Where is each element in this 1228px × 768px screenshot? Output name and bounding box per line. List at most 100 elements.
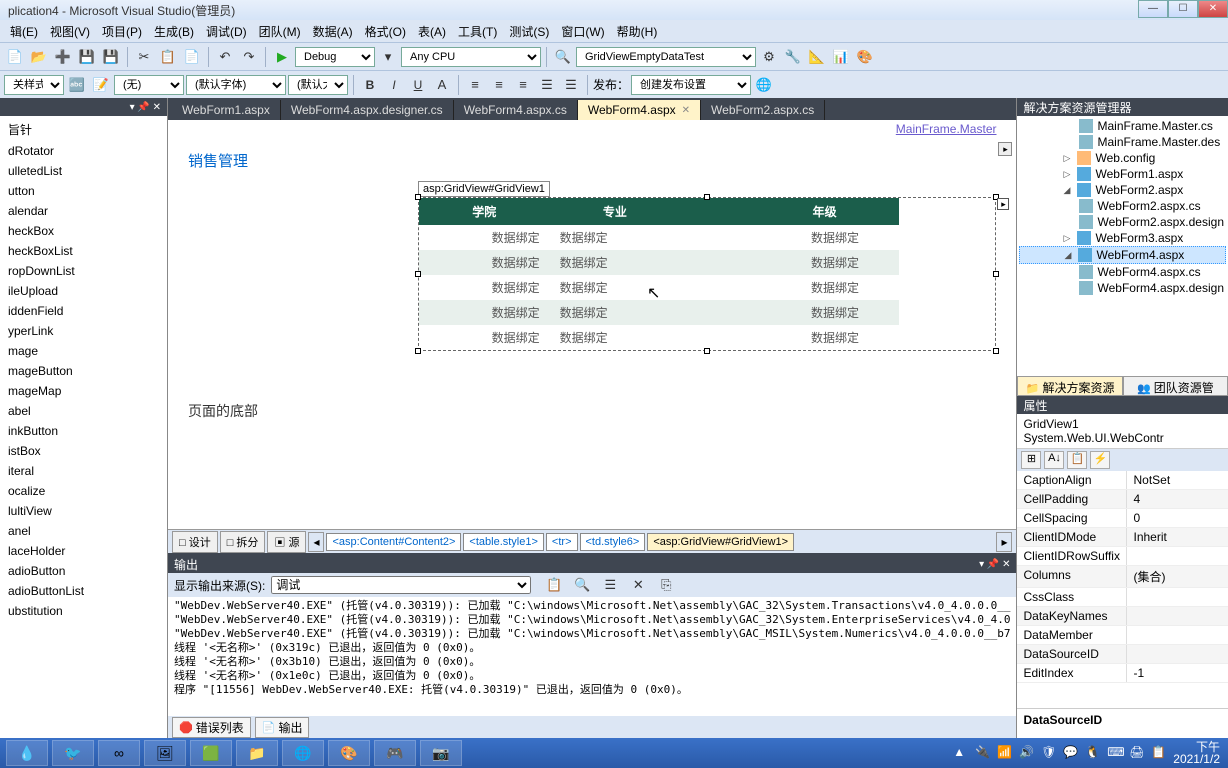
taskbar-app[interactable]: 💧: [6, 740, 48, 766]
tree-item[interactable]: WebForm4.aspx.design: [1019, 280, 1226, 296]
toolbox-item[interactable]: adioButton: [0, 561, 167, 581]
toolbox-item[interactable]: ocalize: [0, 481, 167, 501]
resize-handle[interactable]: [415, 348, 421, 354]
taskbar-app[interactable]: 🎮: [374, 740, 416, 766]
tray-icon[interactable]: 🔊: [1019, 745, 1035, 761]
events-icon[interactable]: ⚡: [1090, 451, 1110, 469]
editor-tab[interactable]: WebForm1.aspx: [172, 100, 281, 120]
toolbox-item[interactable]: utton: [0, 181, 167, 201]
tree-item[interactable]: ◢WebForm2.aspx: [1019, 182, 1226, 198]
color-icon[interactable]: A: [431, 74, 453, 96]
list-icon[interactable]: ☰: [536, 74, 558, 96]
props-icon[interactable]: 📋: [1067, 451, 1087, 469]
tree-item[interactable]: ▷WebForm1.aspx: [1019, 166, 1226, 182]
add-icon[interactable]: ➕: [52, 46, 74, 68]
team-explorer-tab[interactable]: 👥 团队资源管: [1123, 376, 1228, 396]
toolbox-item[interactable]: mageMap: [0, 381, 167, 401]
menu-item[interactable]: 测试(S): [503, 21, 555, 42]
alphabetical-icon[interactable]: A↓: [1044, 451, 1064, 469]
font-select[interactable]: (默认字体): [186, 75, 286, 95]
align-left-icon[interactable]: ≡: [464, 74, 486, 96]
expand-icon[interactable]: ▷: [1063, 233, 1073, 244]
minimize-button[interactable]: —: [1138, 0, 1168, 18]
property-row[interactable]: DataKeyNames: [1017, 607, 1228, 626]
menu-item[interactable]: 团队(M): [253, 21, 307, 42]
property-row[interactable]: EditIndex-1: [1017, 664, 1228, 683]
tool4-icon[interactable]: 📊: [830, 46, 852, 68]
list2-icon[interactable]: ☰: [560, 74, 582, 96]
error-list-tab[interactable]: 🛑 错误列表: [172, 717, 251, 738]
menu-item[interactable]: 生成(B): [148, 21, 200, 42]
breadcrumb-item[interactable]: <td.style6>: [580, 533, 646, 551]
output-tab[interactable]: 📄 输出: [255, 717, 310, 738]
output-tool-icon[interactable]: 📋: [543, 574, 565, 596]
menu-item[interactable]: 表(A): [412, 21, 452, 42]
pin-icon[interactable]: ▾ 📌 ✕: [130, 102, 161, 113]
resize-handle[interactable]: [993, 348, 999, 354]
solution-explorer-tab[interactable]: 📁 解决方案资源管理器: [1017, 376, 1122, 396]
size-select[interactable]: (默认大·: [288, 75, 348, 95]
tree-item[interactable]: ▷Web.config: [1019, 150, 1226, 166]
output-text[interactable]: "WebDev.WebServer40.EXE" (托管(v4.0.30319)…: [168, 597, 1016, 716]
gridview-control[interactable]: ▸ 学院 专业 年级 数据绑定数据绑定数据绑定 数据绑定数据绑定数据绑定 数据绑…: [418, 197, 996, 351]
resize-handle[interactable]: [415, 194, 421, 200]
taskbar-app[interactable]: 🟩: [190, 740, 232, 766]
toolbox-item[interactable]: istBox: [0, 441, 167, 461]
italic-icon[interactable]: I: [383, 74, 405, 96]
tray-icon[interactable]: ⌨: [1107, 745, 1123, 761]
expand-icon[interactable]: ▷: [1063, 153, 1073, 164]
toolbox-item[interactable]: laceHolder: [0, 541, 167, 561]
tool3-icon[interactable]: 📐: [806, 46, 828, 68]
toolbox-item[interactable]: iteral: [0, 461, 167, 481]
copy-icon[interactable]: 📋: [157, 46, 179, 68]
output-pin-icon[interactable]: ▾ 📌 ✕: [979, 559, 1010, 570]
taskbar-app[interactable]: 📷: [420, 740, 462, 766]
smart-tag-icon[interactable]: ▸: [997, 198, 1009, 210]
property-row[interactable]: CssClass: [1017, 588, 1228, 607]
toolbox-item[interactable]: alendar: [0, 201, 167, 221]
property-value[interactable]: [1127, 607, 1228, 625]
tree-item[interactable]: WebForm4.aspx.cs: [1019, 264, 1226, 280]
toolbox-item[interactable]: ropDownList: [0, 261, 167, 281]
taskbar-app[interactable]: 🐦: [52, 740, 94, 766]
platform-select[interactable]: Any CPU: [401, 47, 541, 67]
style2-icon[interactable]: 📝: [90, 74, 112, 96]
solution-tree[interactable]: MainFrame.Master.csMainFrame.Master.des▷…: [1017, 116, 1228, 376]
categorized-icon[interactable]: ⊞: [1021, 451, 1041, 469]
paste-icon[interactable]: 📄: [181, 46, 203, 68]
design-view-tab[interactable]: □ 设计: [172, 531, 218, 553]
property-row[interactable]: DataSourceID: [1017, 645, 1228, 664]
designer-surface[interactable]: MainFrame.Master ▸ 销售管理 asp:GridView#Gri…: [168, 120, 1016, 529]
tray-icon[interactable]: ▲: [953, 745, 969, 761]
taskbar-app[interactable]: 🖼: [144, 740, 186, 766]
breadcrumb-item[interactable]: <asp:Content#Content2>: [326, 533, 461, 551]
menu-item[interactable]: 格式(O): [359, 21, 412, 42]
property-row[interactable]: Columns(集合): [1017, 566, 1228, 588]
output-tool-icon[interactable]: 🔍: [571, 574, 593, 596]
toolbox-item[interactable]: anel: [0, 521, 167, 541]
menu-item[interactable]: 视图(V): [44, 21, 96, 42]
property-value[interactable]: 4: [1127, 490, 1228, 508]
menu-item[interactable]: 调试(D): [200, 21, 253, 42]
taskbar-app[interactable]: 🌐: [282, 740, 324, 766]
run-icon[interactable]: ▶: [271, 46, 293, 68]
toolbox-item[interactable]: ulletedList: [0, 161, 167, 181]
taskbar-app[interactable]: 🎨: [328, 740, 370, 766]
close-button[interactable]: ✕: [1198, 0, 1228, 18]
config-select[interactable]: Debug: [295, 47, 375, 67]
tray-icon[interactable]: 🖨: [1129, 745, 1145, 761]
toolbox-item[interactable]: 旨针: [0, 118, 167, 141]
property-row[interactable]: DataMember: [1017, 626, 1228, 645]
source-view-tab[interactable]: ▣ 源: [267, 531, 306, 553]
output-tool-icon[interactable]: ✕: [627, 574, 649, 596]
publish-icon[interactable]: 🌐: [753, 74, 775, 96]
crumb-scroll-left-icon[interactable]: ◂: [308, 532, 324, 552]
tree-item[interactable]: WebForm2.aspx.design: [1019, 214, 1226, 230]
breadcrumb-item[interactable]: <table.style1>: [463, 533, 544, 551]
undo-icon[interactable]: ↶: [214, 46, 236, 68]
tool2-icon[interactable]: 🔧: [782, 46, 804, 68]
toolbox-item[interactable]: ileUpload: [0, 281, 167, 301]
toolbox-item[interactable]: heckBox: [0, 221, 167, 241]
tree-item[interactable]: ▷WebForm3.aspx: [1019, 230, 1226, 246]
scroll-right-icon[interactable]: ▸: [998, 142, 1012, 156]
